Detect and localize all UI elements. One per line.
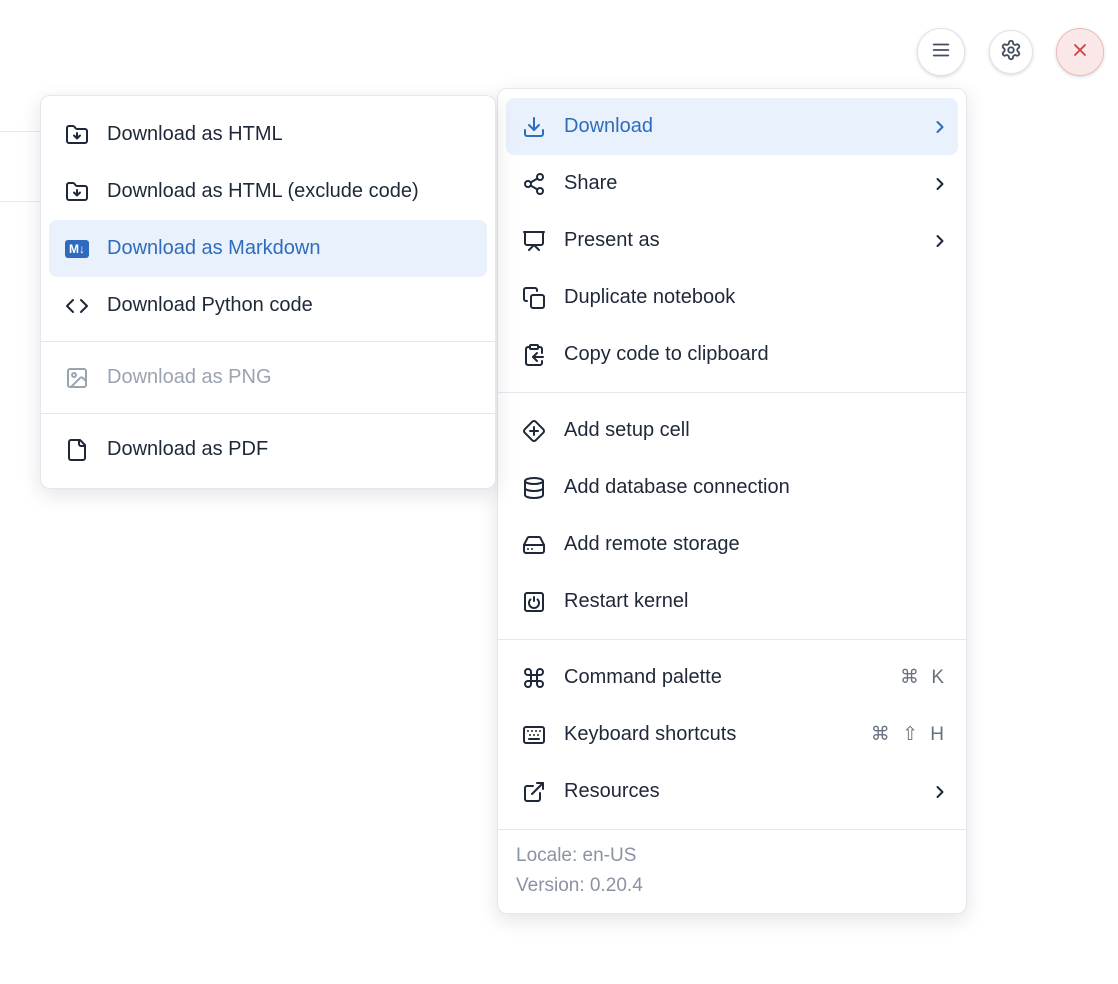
menu-item-command-palette[interactable]: Command palette ⌘ K bbox=[506, 649, 958, 706]
locale-text: Locale: en-US bbox=[516, 841, 948, 871]
menu-item-label: Present as bbox=[564, 229, 912, 252]
file-icon bbox=[65, 438, 89, 462]
close-icon bbox=[1070, 40, 1090, 65]
submenu-item-download-as-markdown[interactable]: M↓ Download as Markdown bbox=[49, 220, 487, 277]
presentation-icon bbox=[522, 229, 546, 253]
notebook-menu-button[interactable] bbox=[917, 28, 965, 76]
gear-icon bbox=[1000, 39, 1022, 66]
chevron-right-icon bbox=[930, 117, 950, 137]
menu-item-label: Add database connection bbox=[564, 476, 950, 499]
menu-item-download[interactable]: Download bbox=[506, 98, 958, 155]
menu-item-label: Resources bbox=[564, 780, 912, 803]
keyboard-icon bbox=[522, 723, 546, 747]
menu-item-add-remote-storage[interactable]: Add remote storage bbox=[506, 516, 958, 573]
divider bbox=[41, 341, 495, 342]
hard-drive-icon bbox=[522, 533, 546, 557]
menu-section-notebook: Download Share Present as Duplicate note… bbox=[498, 89, 966, 392]
submenu-item-label: Download as Markdown bbox=[107, 237, 479, 260]
menu-item-share[interactable]: Share bbox=[506, 155, 958, 212]
menu-item-label: Add remote storage bbox=[564, 533, 950, 556]
share-icon bbox=[522, 172, 546, 196]
menu-item-label: Download bbox=[564, 115, 912, 138]
chevron-right-icon bbox=[930, 231, 950, 251]
external-link-icon bbox=[522, 780, 546, 804]
menu-section-help: Command palette ⌘ K Keyboard shortcuts ⌘… bbox=[498, 639, 966, 829]
menu-item-resources[interactable]: Resources bbox=[506, 763, 958, 820]
menu-section-cells: Add setup cell Add database connection A… bbox=[498, 392, 966, 639]
download-submenu: Download as HTML Download as HTML (exclu… bbox=[40, 95, 496, 489]
submenu-item-label: Download Python code bbox=[107, 294, 479, 317]
menu-item-add-setup-cell[interactable]: Add setup cell bbox=[506, 402, 958, 459]
close-notebook-button[interactable] bbox=[1056, 28, 1104, 76]
image-icon bbox=[65, 366, 89, 390]
chevron-right-icon bbox=[930, 174, 950, 194]
keyboard-shortcut-hint: ⌘ K bbox=[900, 666, 950, 689]
hamburger-icon bbox=[930, 39, 952, 66]
background-cell-border bbox=[0, 131, 41, 132]
settings-button[interactable] bbox=[989, 30, 1033, 74]
clipboard-copy-icon bbox=[522, 343, 546, 367]
command-icon bbox=[522, 666, 546, 690]
database-icon bbox=[522, 476, 546, 500]
menu-item-label: Restart kernel bbox=[564, 590, 950, 613]
submenu-item-label: Download as HTML (exclude code) bbox=[107, 180, 479, 203]
menu-item-label: Add setup cell bbox=[564, 419, 950, 442]
notebook-app-background: { "toolbar": { "menu_button": { "icon": … bbox=[0, 0, 1118, 984]
submenu-item-label: Download as PDF bbox=[107, 438, 479, 461]
markdown-badge-icon: M↓ bbox=[65, 237, 89, 261]
submenu-item-download-as-png: Download as PNG bbox=[49, 349, 487, 406]
square-power-icon bbox=[522, 590, 546, 614]
menu-item-label: Duplicate notebook bbox=[564, 286, 950, 309]
chevron-right-icon bbox=[930, 782, 950, 802]
diamond-plus-icon bbox=[522, 419, 546, 443]
submenu-item-download-as-html[interactable]: Download as HTML bbox=[49, 106, 487, 163]
submenu-item-download-as-pdf[interactable]: Download as PDF bbox=[49, 421, 487, 478]
menu-item-label: Command palette bbox=[564, 666, 882, 689]
code-icon bbox=[65, 294, 89, 318]
keyboard-shortcut-hint: ⌘ ⇧ H bbox=[871, 723, 950, 746]
menu-footer: Locale: en-US Version: 0.20.4 bbox=[498, 829, 966, 913]
menu-item-label: Keyboard shortcuts bbox=[564, 723, 853, 746]
version-text: Version: 0.20.4 bbox=[516, 871, 948, 901]
menu-item-add-database-connection[interactable]: Add database connection bbox=[506, 459, 958, 516]
submenu-item-download-as-html-exclude-code[interactable]: Download as HTML (exclude code) bbox=[49, 163, 487, 220]
folder-down-icon bbox=[65, 123, 89, 147]
submenu-item-download-python-code[interactable]: Download Python code bbox=[49, 277, 487, 334]
menu-item-restart-kernel[interactable]: Restart kernel bbox=[506, 573, 958, 630]
menu-item-keyboard-shortcuts[interactable]: Keyboard shortcuts ⌘ ⇧ H bbox=[506, 706, 958, 763]
menu-item-copy-code-to-clipboard[interactable]: Copy code to clipboard bbox=[506, 326, 958, 383]
divider bbox=[41, 413, 495, 414]
submenu-item-label: Download as HTML bbox=[107, 123, 479, 146]
folder-down-icon bbox=[65, 180, 89, 204]
menu-item-label: Share bbox=[564, 172, 912, 195]
copy-icon bbox=[522, 286, 546, 310]
background-cell-border bbox=[0, 201, 41, 202]
download-icon bbox=[522, 115, 546, 139]
menu-item-duplicate-notebook[interactable]: Duplicate notebook bbox=[506, 269, 958, 326]
submenu-item-label: Download as PNG bbox=[107, 366, 479, 389]
notebook-actions-menu: Download Share Present as Duplicate note… bbox=[497, 88, 967, 914]
menu-item-present-as[interactable]: Present as bbox=[506, 212, 958, 269]
menu-item-label: Copy code to clipboard bbox=[564, 343, 950, 366]
